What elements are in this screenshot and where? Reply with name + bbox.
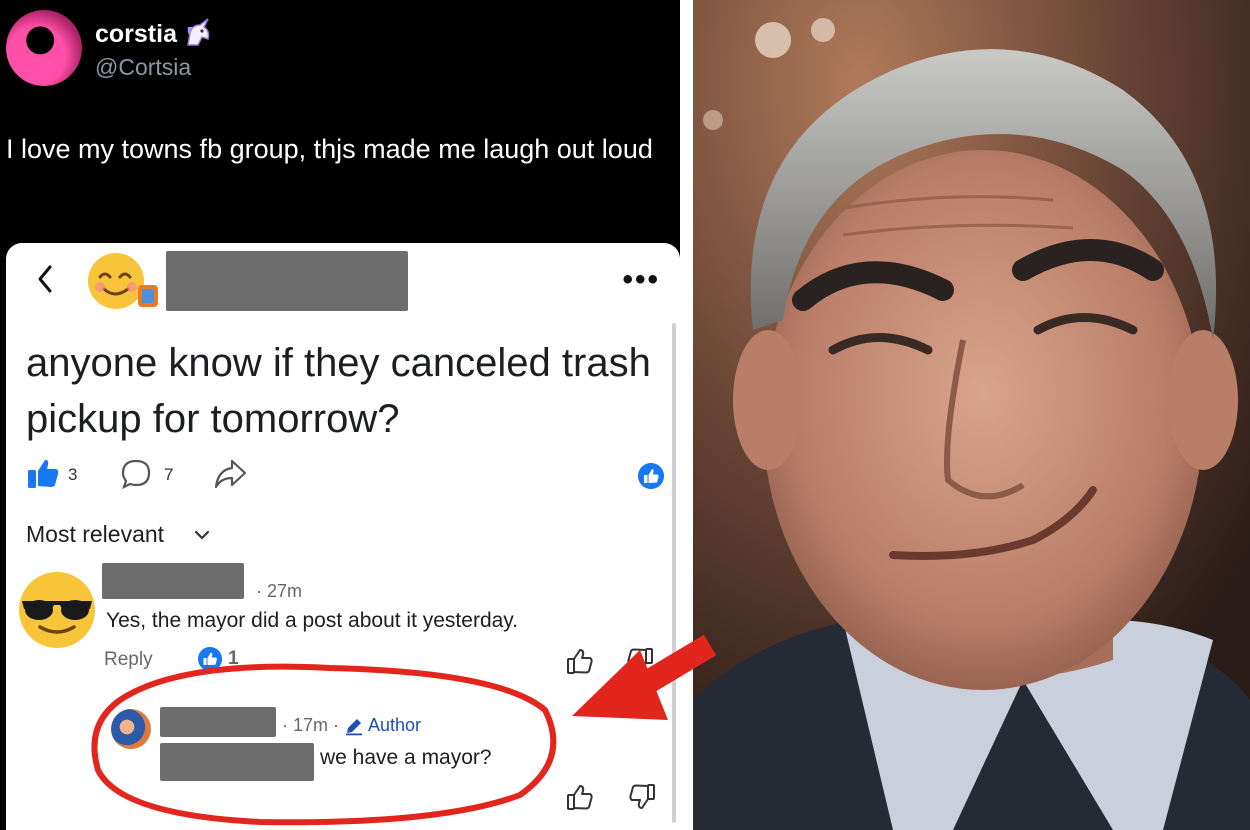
facebook-post-screenshot: ••• anyone know if they canceled trash p… (6, 243, 680, 830)
handle[interactable]: @Cortsia (95, 54, 191, 81)
comment-reaction-count: 1 (228, 648, 239, 669)
comment-text: Yes, the mayor did a post about it yeste… (106, 609, 519, 632)
post-title: anyone know if they canceled trash picku… (26, 341, 651, 441)
avatar[interactable] (6, 10, 82, 86)
redacted-reply-author-name (160, 707, 276, 737)
pencil-icon (346, 719, 362, 736)
redacted-reply-mention (160, 743, 314, 781)
like-reaction-icon[interactable] (198, 647, 222, 671)
comment-count: 7 (164, 465, 174, 484)
share-icon[interactable] (212, 457, 248, 491)
panel-divider (680, 0, 693, 830)
thumbs-down-icon[interactable] (626, 647, 654, 675)
thumbs-up-icon[interactable] (566, 647, 594, 675)
reply-link[interactable]: Reply (104, 649, 153, 671)
reaction-photo (693, 0, 1250, 830)
like-icon[interactable] (26, 456, 60, 490)
thumbs-down-icon[interactable] (628, 783, 656, 811)
like-reaction-badge-icon (638, 463, 664, 489)
sort-dropdown[interactable]: Most relevant (26, 521, 164, 548)
tweet-text: I love my towns fb group, thjs made me l… (6, 134, 653, 164)
more-options-icon[interactable]: ••• (622, 263, 660, 297)
redacted-commenter-name (102, 563, 244, 599)
scrollbar (672, 323, 676, 823)
author-badge: Author (368, 715, 422, 735)
smiling-emoji-avatar (88, 253, 158, 309)
tweet-panel: corstia @Cortsia I love my towns fb grou… (0, 0, 680, 830)
back-icon[interactable] (30, 259, 60, 299)
redacted-group-name (166, 251, 408, 311)
like-count: 3 (68, 465, 78, 484)
thumbs-up-icon[interactable] (566, 783, 594, 811)
comment-timestamp: · 27m (256, 581, 303, 601)
reply-avatar[interactable] (111, 709, 151, 749)
sunglasses-emoji-avatar[interactable] (14, 565, 100, 651)
comment-icon[interactable] (120, 458, 152, 490)
chevron-down-icon[interactable] (192, 527, 212, 543)
reply-text: we have a mayor? (320, 746, 492, 769)
display-name[interactable]: corstia (95, 20, 177, 49)
reply-timestamp: · 17m · (282, 715, 340, 735)
unicorn-icon (187, 18, 210, 46)
